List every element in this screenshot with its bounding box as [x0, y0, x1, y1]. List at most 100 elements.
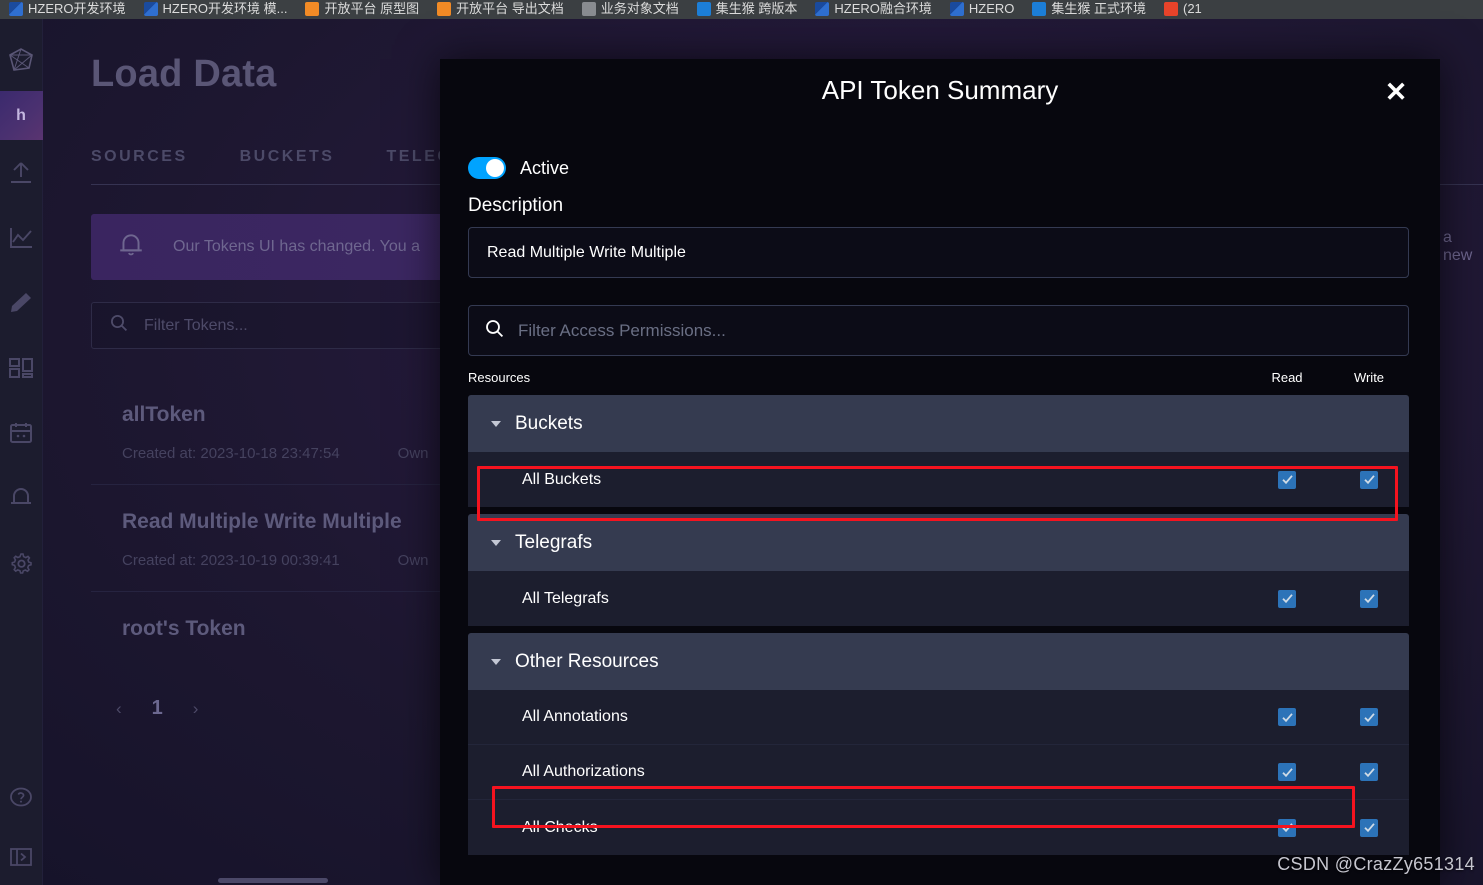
table-row[interactable]: All Annotations: [468, 690, 1409, 745]
banner-text-right: a new: [1443, 229, 1473, 264]
bell-icon: [8, 485, 34, 511]
token-owner: Own: [397, 445, 429, 462]
sidebar-item-settings[interactable]: [0, 530, 43, 595]
toggle-knob: [486, 159, 504, 177]
site-icon-orange: [437, 1, 452, 16]
bookmark-label: 开放平台 原型图: [324, 0, 420, 16]
browser-bookmarks-bar: HZERO开发环境 HZERO开发环境 模... 开放平台 原型图 开放平台 导…: [0, 0, 1483, 19]
permission-section-other-resources: Other Resources All Annotations All Auth…: [468, 633, 1409, 855]
sidebar-item-notebooks[interactable]: [0, 270, 43, 335]
description-label: Description: [468, 195, 564, 216]
write-checkbox[interactable]: [1360, 470, 1378, 489]
read-checkbox[interactable]: [1278, 763, 1296, 781]
write-checkbox[interactable]: [1360, 763, 1378, 781]
search-icon: [110, 314, 128, 337]
table-row[interactable]: All Telegrafs: [468, 571, 1409, 626]
write-checkbox-cell: [1329, 589, 1409, 608]
modal-body: Active Description Read Multiple Write M…: [440, 121, 1440, 855]
tab-buckets[interactable]: BUCKETS: [240, 148, 335, 166]
resource-name: All Checks: [522, 818, 598, 836]
table-row[interactable]: All Checks: [468, 800, 1409, 855]
site-icon-blue: [143, 1, 158, 16]
pencil-icon: [8, 290, 34, 316]
sidebar-item-help[interactable]: [0, 764, 43, 829]
screen-root: HZERO开发环境 HZERO开发环境 模... 开放平台 原型图 开放平台 导…: [0, 0, 1483, 885]
bookmark-label: HZERO开发环境: [28, 0, 126, 16]
question-circle-icon: [8, 784, 34, 810]
bookmark-item[interactable]: 集生猴 跨版本: [688, 0, 807, 19]
site-icon-blue: [815, 1, 830, 16]
sidebar-item-load-data[interactable]: [0, 140, 43, 205]
modal-header: API Token Summary ✕: [440, 59, 1440, 121]
gear-icon: [8, 550, 34, 576]
bookmark-item[interactable]: (21: [1155, 0, 1211, 19]
write-checkbox-cell: [1329, 818, 1409, 837]
permission-section-buckets: Buckets All Buckets: [468, 395, 1409, 507]
read-checkbox[interactable]: [1278, 589, 1296, 608]
resource-name: All Buckets: [522, 470, 602, 488]
write-checkbox[interactable]: [1360, 818, 1378, 837]
sidebar-item-data-explorer[interactable]: [0, 205, 43, 270]
table-row[interactable]: All Authorizations: [468, 745, 1409, 800]
active-toggle-label: Active: [520, 157, 570, 178]
read-checkbox-cell: [1245, 708, 1329, 726]
section-title: Buckets: [515, 412, 583, 434]
bookmark-item[interactable]: 集生猴 正式环境: [1023, 0, 1155, 19]
sidebar-item-dashboards[interactable]: [0, 335, 43, 400]
bookmark-label: 集生猴 正式环境: [1051, 0, 1146, 16]
banner-text: Our Tokens UI has changed. You a: [173, 238, 420, 255]
read-checkbox[interactable]: [1278, 708, 1296, 726]
bookmark-item[interactable]: 业务对象文档: [573, 0, 688, 19]
write-checkbox[interactable]: [1360, 708, 1378, 726]
table-row[interactable]: All Buckets: [468, 452, 1409, 507]
bookmark-label: HZERO融合环境: [834, 0, 932, 16]
pagination-prev[interactable]: ‹: [116, 699, 122, 719]
chevron-down-icon: [491, 539, 501, 546]
site-icon-red: [1164, 1, 1178, 16]
filter-access-permissions-input[interactable]: Filter Access Permissions...: [468, 305, 1409, 356]
horizontal-scrollbar[interactable]: [218, 878, 328, 883]
sidebar-item-tasks[interactable]: [0, 400, 43, 465]
bookmark-item[interactable]: HZERO: [941, 0, 1024, 19]
panel-collapse-icon: [8, 847, 34, 867]
bookmark-item[interactable]: HZERO开发环境: [0, 0, 135, 19]
token-created: Created at: 2023-10-18 23:47:54: [122, 445, 340, 462]
calendar-icon: [8, 421, 34, 445]
pagination-next[interactable]: ›: [193, 699, 199, 719]
section-header-other-resources[interactable]: Other Resources: [468, 633, 1409, 690]
active-toggle[interactable]: [468, 157, 506, 179]
bookmark-item[interactable]: HZERO开发环境 模...: [135, 0, 297, 19]
sidebar-item-collapse-nav[interactable]: [0, 829, 43, 885]
section-title: Telegrafs: [515, 531, 593, 553]
section-header-buckets[interactable]: Buckets: [468, 395, 1409, 452]
close-icon[interactable]: ✕: [1382, 79, 1410, 107]
chevron-down-icon: [491, 420, 501, 427]
tab-sources[interactable]: SOURCES: [91, 148, 188, 166]
section-header-telegrafs[interactable]: Telegrafs: [468, 514, 1409, 571]
token-owner: Own: [397, 552, 429, 569]
api-token-summary-modal: API Token Summary ✕ Active Description R…: [440, 59, 1440, 885]
dashboard-grid-icon: [8, 356, 34, 380]
sidebar-item-organization[interactable]: h: [0, 91, 43, 140]
site-icon-orange: [305, 1, 320, 16]
modal-title: API Token Summary: [821, 74, 1059, 105]
pagination-page-number[interactable]: 1: [152, 697, 163, 720]
description-field[interactable]: Read Multiple Write Multiple: [468, 227, 1409, 278]
write-checkbox-cell: [1329, 763, 1409, 781]
column-header-write: Write: [1353, 369, 1385, 385]
section-title: Other Resources: [515, 650, 659, 672]
bookmark-item[interactable]: 开放平台 导出文档: [428, 0, 573, 19]
bookmark-item[interactable]: HZERO融合环境: [806, 0, 941, 19]
permissions-list: Buckets All Buckets Telegrafs All Telegr…: [468, 395, 1409, 855]
bookmark-label: HZERO: [968, 0, 1015, 16]
bookmark-label: 业务对象文档: [600, 0, 679, 16]
bookmark-item[interactable]: 开放平台 原型图: [296, 0, 428, 19]
read-checkbox-cell: [1245, 763, 1329, 781]
watermark: CSDN @CrazZy651314: [1277, 854, 1475, 874]
read-checkbox[interactable]: [1278, 818, 1296, 837]
read-checkbox[interactable]: [1278, 470, 1296, 489]
search-icon: [485, 319, 504, 343]
write-checkbox[interactable]: [1360, 589, 1378, 608]
influx-logo-icon[interactable]: [0, 37, 43, 83]
sidebar-item-alerts[interactable]: [0, 465, 43, 530]
